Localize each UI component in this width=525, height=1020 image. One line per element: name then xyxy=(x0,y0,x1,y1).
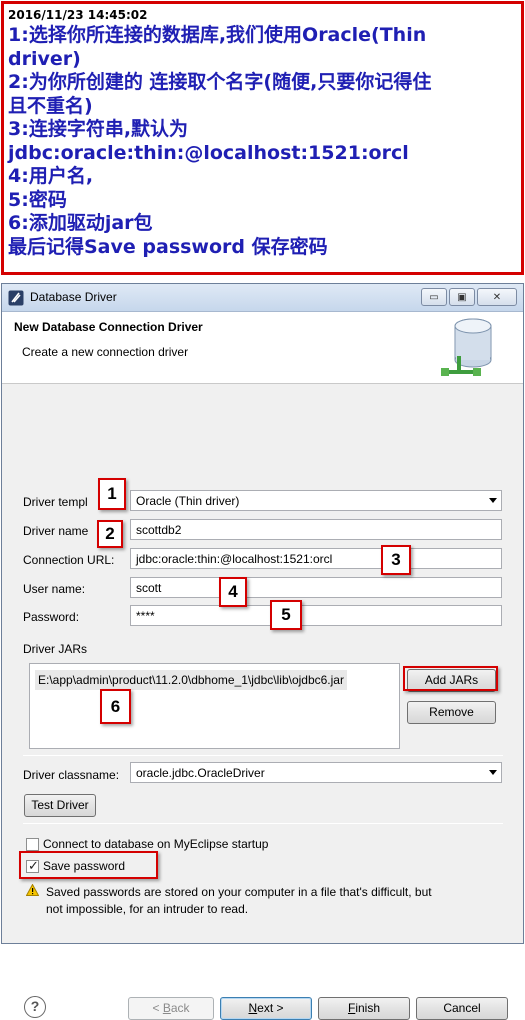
test-driver-button[interactable]: Test Driver xyxy=(24,794,96,817)
save-password-highlight xyxy=(19,851,158,879)
close-button[interactable]: ✕ xyxy=(477,288,517,306)
remove-jar-button[interactable]: Remove xyxy=(407,701,496,724)
driver-template-select[interactable]: Oracle (Thin driver) xyxy=(130,490,502,511)
driver-jars-label: Driver JARs xyxy=(23,642,88,656)
cancel-button[interactable]: Cancel xyxy=(416,997,508,1020)
jar-list-item[interactable]: E:\app\admin\product\11.2.0\dbhome_1\jdb… xyxy=(35,670,347,690)
connection-url-input[interactable]: jdbc:oracle:thin:@localhost:1521:orcl xyxy=(130,548,502,569)
separator xyxy=(23,755,503,756)
connect-on-startup-checkbox[interactable] xyxy=(26,838,39,851)
user-name-input[interactable]: scott xyxy=(130,577,502,598)
callout-6: 6 xyxy=(100,689,131,724)
wizard-description: Create a new connection driver xyxy=(22,345,189,359)
driver-classname-label: Driver classname: xyxy=(23,768,120,782)
help-icon[interactable]: ? xyxy=(24,996,46,1018)
window-title: Database Driver xyxy=(30,290,117,304)
note-line-10: 最后记得Save password 保存密码 xyxy=(8,235,328,258)
callout-4: 4 xyxy=(219,577,247,607)
note-line-5: 3:连接字符串,默认为 xyxy=(8,118,189,140)
driver-classname-value: oracle.jdbc.OracleDriver xyxy=(136,766,265,780)
driver-name-label: Driver name xyxy=(23,524,89,538)
warning-text-line1: Saved passwords are stored on your compu… xyxy=(46,885,432,899)
maximize-button[interactable]: ▣ xyxy=(449,288,475,306)
callout-5: 5 xyxy=(270,600,302,630)
next-button[interactable]: Next > xyxy=(220,997,312,1020)
note-line-7: 4:用户名, xyxy=(8,165,94,187)
separator xyxy=(23,823,503,824)
add-jars-highlight xyxy=(403,666,498,691)
footer-separator xyxy=(2,966,523,967)
driver-template-label: Driver templ xyxy=(23,495,88,509)
database-driver-dialog: Database Driver ▭ ▣ ✕ New Database Conne… xyxy=(1,283,524,1020)
database-connection-icon xyxy=(441,318,492,376)
driver-jars-list[interactable]: E:\app\admin\product\11.2.0\dbhome_1\jdb… xyxy=(29,663,400,749)
myeclipse-icon xyxy=(8,290,24,306)
finish-button[interactable]: Finish xyxy=(318,997,410,1020)
driver-classname-select[interactable]: oracle.jdbc.OracleDriver xyxy=(130,762,502,783)
callout-2: 2 xyxy=(97,520,123,548)
instruction-note: 2016/11/23 14:45:02 1:选择你所连接的数据库,我们使用Ora… xyxy=(1,1,524,275)
chevron-down-icon xyxy=(489,498,497,503)
driver-template-value: Oracle (Thin driver) xyxy=(136,494,240,508)
note-line-4: 且不重名) xyxy=(8,94,93,117)
title-bar[interactable]: Database Driver ▭ ▣ ✕ xyxy=(2,284,523,312)
wizard-header: New Database Connection Driver Create a … xyxy=(2,312,523,384)
note-line-1: 1:选择你所连接的数据库,我们使用Oracle(Thin xyxy=(8,24,427,46)
note-line-9: 6:添加驱动jar包 xyxy=(8,212,153,234)
minimize-button[interactable]: ▭ xyxy=(421,288,447,306)
note-line-6: jdbc:oracle:thin:@localhost:1521:orcl xyxy=(8,141,409,164)
note-line-8: 5:密码 xyxy=(8,188,67,211)
callout-3: 3 xyxy=(381,545,411,575)
callout-1: 1 xyxy=(98,478,126,510)
back-button[interactable]: < Back xyxy=(128,997,214,1020)
note-line-3: 2:为你所创建的 连接取个名字(随便,只要你记得住 xyxy=(8,71,432,93)
connection-url-label: Connection URL: xyxy=(23,553,115,567)
warning-icon xyxy=(26,884,39,896)
note-timestamp: 2016/11/23 14:45:02 xyxy=(8,8,148,22)
note-line-2: driver) xyxy=(8,47,81,70)
driver-name-input[interactable]: scottdb2 xyxy=(130,519,502,540)
connect-on-startup-label: Connect to database on MyEclipse startup xyxy=(43,837,269,851)
wizard-title: New Database Connection Driver xyxy=(14,320,203,334)
password-input[interactable]: **** xyxy=(130,605,502,626)
password-label: Password: xyxy=(23,610,80,624)
chevron-down-icon xyxy=(489,770,497,775)
user-name-label: User name: xyxy=(23,582,86,596)
warning-text-line2: not impossible, for an intruder to read. xyxy=(46,902,249,916)
